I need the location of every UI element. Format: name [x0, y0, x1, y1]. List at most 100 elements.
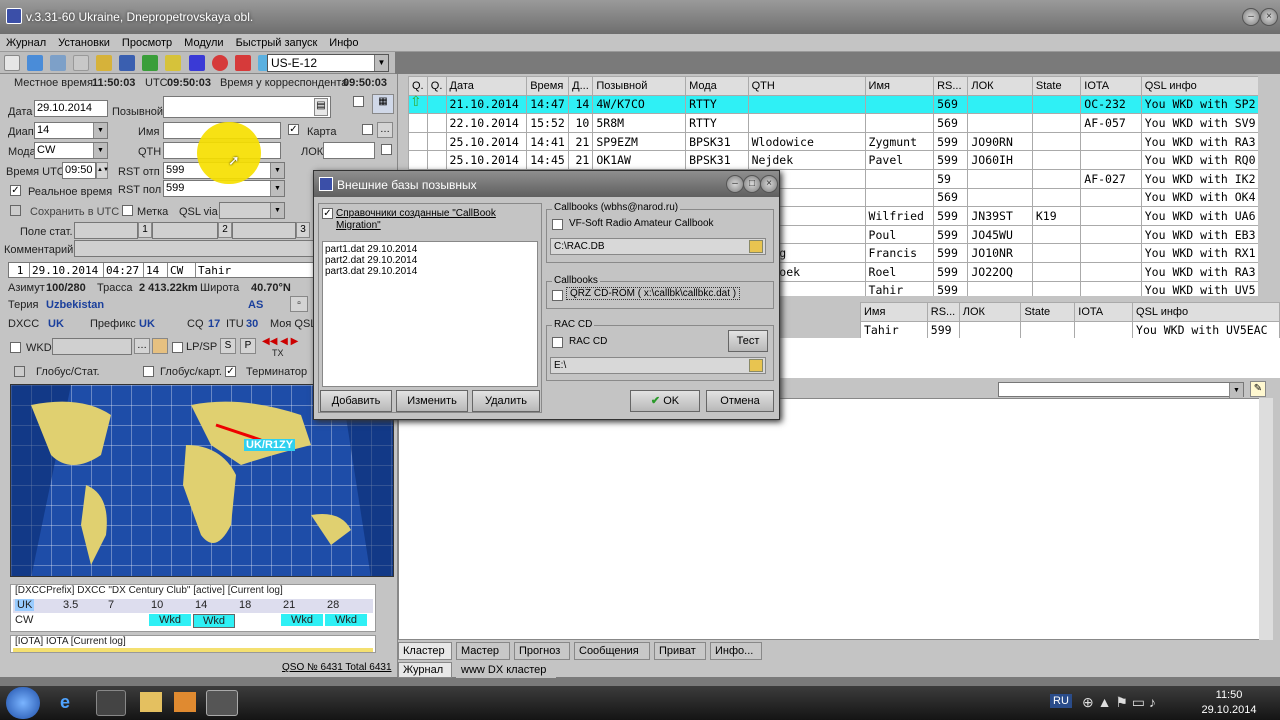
forward-icon[interactable] [96, 55, 113, 71]
tab-master[interactable]: Мастер [456, 642, 510, 660]
new-icon[interactable] [4, 55, 20, 71]
loc-checkbox[interactable] [381, 144, 392, 155]
wkd-export-icon[interactable] [152, 338, 168, 354]
ok-button[interactable]: ✔ OK [630, 390, 700, 412]
mode-field[interactable]: CW ▼ [34, 142, 108, 159]
menu-info[interactable]: Инфо [323, 34, 364, 52]
cancel-button[interactable]: Отмена [706, 390, 774, 412]
more-button[interactable]: … [377, 122, 393, 138]
call-checkbox[interactable] [353, 96, 364, 107]
wkd-checkbox[interactable] [10, 342, 21, 353]
chevron-down-icon[interactable]: ▼ [93, 143, 107, 158]
clock-date[interactable]: 29.10.2014 [1199, 704, 1259, 716]
col-state[interactable]: State [1020, 302, 1076, 322]
col-iota[interactable]: IOTA [1080, 76, 1142, 96]
p-button[interactable]: P [240, 338, 256, 354]
col-call[interactable]: Позывной [592, 76, 687, 96]
stat-button-2[interactable]: 2 [218, 222, 232, 238]
tab-www-dx-cluster[interactable]: www DX кластер [456, 662, 556, 678]
delete-button[interactable]: Удалить [472, 390, 540, 412]
table-row[interactable]: 25.10.2014 14:41 21 SP9EZM BPSK31 Wlodowice Zy… [408, 131, 1258, 152]
list-item[interactable]: part1.dat 29.10.2014 [325, 244, 535, 255]
chevron-down-icon[interactable]: ▼ [270, 163, 284, 178]
map-checkbox[interactable]: ✓ [288, 124, 299, 135]
menu-settings[interactable]: Установки [52, 34, 116, 52]
col-q2[interactable]: Q. [426, 76, 447, 96]
comment-input[interactable] [74, 240, 314, 257]
vf-soft-path[interactable]: C:\RAC.DB [550, 238, 766, 255]
dialog-maximize-button[interactable]: □ [743, 175, 761, 193]
stat-button-1[interactable]: 1 [138, 222, 152, 238]
rac-cd-path[interactable]: E:\ [550, 357, 766, 374]
col-rst[interactable]: RS... [926, 302, 960, 322]
col-name[interactable]: Имя [864, 76, 935, 96]
real-time-checkbox[interactable]: ✓ [10, 185, 21, 196]
cluster-scrollbar[interactable] [1259, 398, 1273, 640]
clock-time[interactable]: 11:50 [1199, 689, 1259, 701]
wkd-field[interactable] [52, 338, 132, 355]
col-iota[interactable]: IOTA [1074, 302, 1134, 322]
qrz-checkbox[interactable] [552, 290, 563, 301]
menu-view[interactable]: Просмотр [116, 34, 178, 52]
dialog-close-button[interactable]: × [760, 175, 778, 193]
terminator-checkbox[interactable]: ✓ [225, 366, 236, 377]
band-select[interactable]: 14 ▼ [34, 122, 108, 139]
qsl-via-select[interactable]: ▼ [219, 202, 285, 219]
chevron-down-icon[interactable]: ▼ [270, 203, 284, 218]
s-button[interactable]: S [220, 338, 236, 354]
col-state[interactable]: State [1031, 76, 1082, 96]
add-button[interactable]: Добавить [320, 390, 392, 412]
save-icon[interactable] [119, 55, 136, 71]
date-field[interactable]: 29.10.2014 [34, 100, 108, 117]
notes-icon[interactable]: ✎ [1250, 381, 1266, 397]
tray-icons[interactable]: ⊕ ▲ ⚑ ▭ ♪ [1082, 694, 1156, 711]
col-loc[interactable]: ЛОК [958, 302, 1022, 322]
lpsp-checkbox[interactable] [172, 342, 183, 353]
col-rst[interactable]: RS... [933, 76, 969, 96]
chevron-down-icon[interactable]: ▼ [270, 181, 284, 196]
photo-icon[interactable]: ▫ [290, 296, 308, 312]
clipboard-icon[interactable]: ▤ [314, 98, 328, 116]
tools-icon[interactable] [73, 55, 90, 71]
col-qsl[interactable]: QSL инфо [1132, 302, 1280, 322]
col-loc[interactable]: ЛОК [967, 76, 1033, 96]
globe-map-checkbox[interactable] [143, 366, 154, 377]
folder-icon[interactable] [749, 240, 763, 253]
minimize-button[interactable]: – [1242, 8, 1260, 26]
stat-field-2[interactable] [152, 222, 218, 239]
map-extra-checkbox[interactable] [362, 124, 373, 135]
col-time[interactable]: Время [526, 76, 570, 96]
rac-cd-checkbox[interactable] [552, 337, 563, 348]
taskbar-app-1[interactable] [96, 690, 126, 716]
language-indicator[interactable]: RU [1050, 694, 1072, 708]
close-button[interactable]: × [1260, 8, 1278, 26]
col-band[interactable]: Д... [568, 76, 594, 96]
callbook-file-list[interactable]: part1.dat 29.10.2014 part2.dat 29.10.201… [322, 241, 538, 387]
callbook-migration-checkbox[interactable]: ✓ [322, 208, 333, 219]
time-spinner[interactable]: ▲▼ [96, 162, 109, 179]
record-icon[interactable] [211, 55, 228, 71]
pause-icon[interactable] [165, 55, 182, 71]
copy-icon[interactable] [27, 55, 44, 71]
menu-modules[interactable]: Модули [178, 34, 229, 52]
vf-soft-checkbox[interactable] [552, 219, 563, 230]
save-utc-checkbox[interactable] [10, 205, 21, 216]
log-scrollbar[interactable] [1270, 76, 1280, 296]
stop-icon[interactable] [188, 55, 205, 71]
menu-journal[interactable]: Журнал [0, 34, 52, 52]
globe-stat-checkbox[interactable] [14, 366, 25, 377]
play-icon[interactable] [142, 55, 159, 71]
col-qth[interactable]: QTH [747, 76, 866, 96]
chevron-down-icon[interactable]: ▼ [93, 123, 107, 138]
time-field[interactable]: 09:50 [62, 162, 96, 179]
folder-icon[interactable] [749, 359, 763, 372]
rewind-icon[interactable]: ◀◀ ◀ ▶ [262, 336, 298, 347]
table-row[interactable]: Tahir 599 You WKD with UV5EAC [860, 320, 1280, 341]
tab-journal[interactable]: Журнал [398, 662, 452, 678]
network-icon[interactable] [50, 55, 67, 71]
col-date[interactable]: Дата [445, 76, 528, 96]
locator-input[interactable] [323, 142, 375, 159]
tab-info[interactable]: Инфо... [710, 642, 762, 660]
table-row[interactable]: 21.10.2014 14:47 14 4W/K7CO RTTY 569 OC-232 You… [408, 94, 1258, 115]
table-row[interactable]: 25.10.2014 14:45 21 OK1AW BPSK31 Nejdek Pavel 5… [408, 150, 1258, 170]
